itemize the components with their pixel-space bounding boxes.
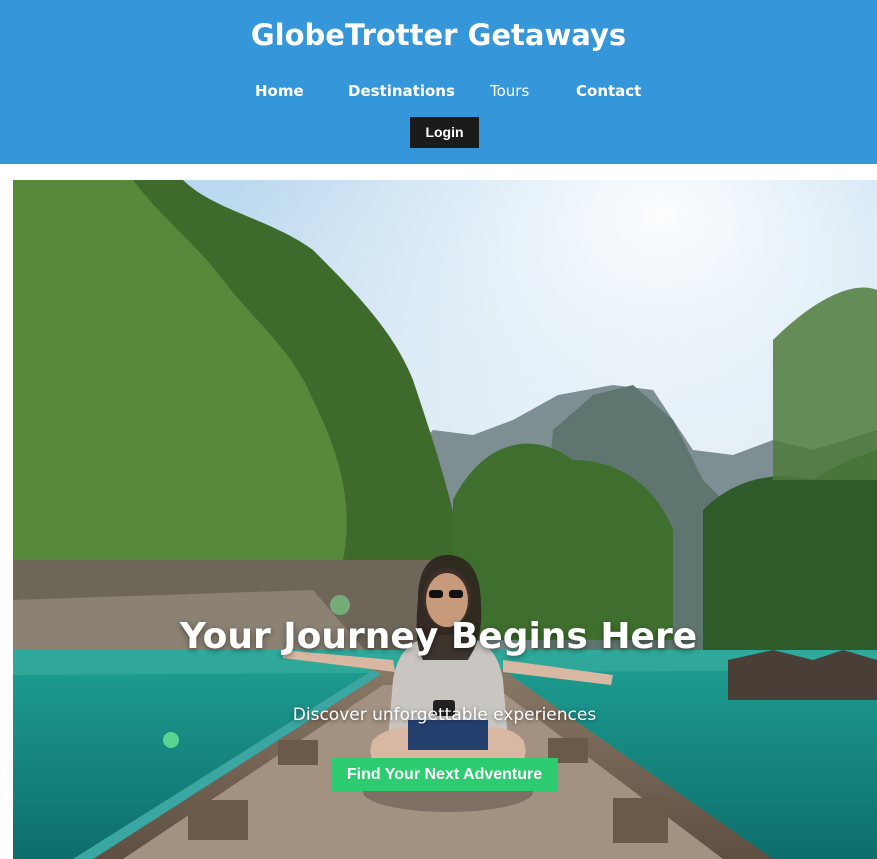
site-title: GlobeTrotter Getaways xyxy=(250,18,627,52)
hero-title: Your Journey Begins Here xyxy=(179,616,698,657)
nav-link-home[interactable]: Home xyxy=(255,80,304,102)
hero-subtitle: Discover unforgettable experiences xyxy=(292,705,597,725)
nav-link-contact[interactable]: Contact xyxy=(576,80,641,102)
main-nav: Home Destinations Tours Contact xyxy=(0,80,877,104)
nav-link-destinations[interactable]: Destinations xyxy=(348,80,455,102)
find-adventure-button[interactable]: Find Your Next Adventure xyxy=(331,758,558,791)
login-button[interactable]: Login xyxy=(410,117,479,148)
hero-section: Your Journey Begins Here Discover unforg… xyxy=(13,180,877,859)
site-header: GlobeTrotter Getaways Home Destinations … xyxy=(0,0,877,164)
nav-link-tours[interactable]: Tours xyxy=(490,80,529,102)
